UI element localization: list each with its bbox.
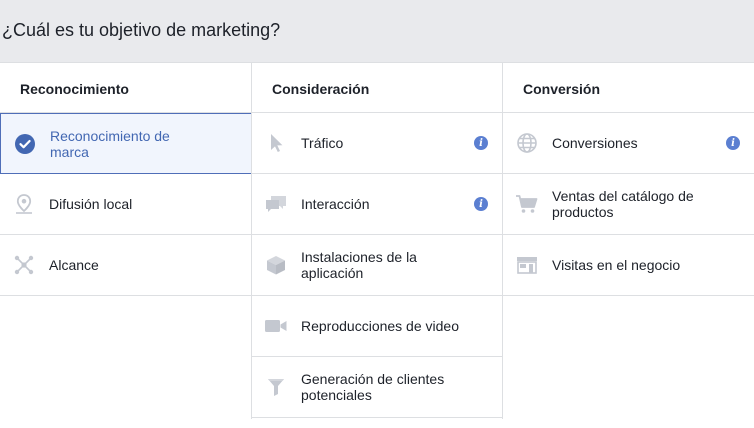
cursor-icon xyxy=(264,131,288,155)
map-pin-icon xyxy=(12,192,36,216)
objective-label: Ventas del catálogo de productos xyxy=(552,188,694,220)
shopping-cart-icon xyxy=(515,192,539,216)
objective-trafico[interactable]: Tráfico i xyxy=(252,113,502,174)
network-icon xyxy=(12,253,36,277)
column-heading: Conversión xyxy=(503,63,754,113)
objective-alcance[interactable]: Alcance xyxy=(0,235,252,296)
objective-label: Generación de clientes potenciales xyxy=(301,371,445,403)
objective-label: Conversiones xyxy=(552,135,638,151)
objective-visitas-en-el-negocio[interactable]: Visitas en el negocio xyxy=(503,235,754,296)
objective-label: Reproducciones de video xyxy=(301,318,459,334)
column-reconocimiento: Reconocimiento Reconocimiento de marca D… xyxy=(0,63,252,297)
column-consideracion: Consideración Tráfico i Interacción i In… xyxy=(251,63,503,419)
info-icon[interactable]: i xyxy=(474,197,488,211)
objective-label: Interacción xyxy=(301,196,370,212)
box-icon xyxy=(264,253,288,277)
column-heading: Consideración xyxy=(252,63,502,113)
objective-reconocimiento-de-marca[interactable]: Reconocimiento de marca xyxy=(0,113,252,174)
objective-label: Reconocimiento de marca xyxy=(50,127,170,160)
info-icon[interactable]: i xyxy=(726,136,740,150)
objective-label: Tráfico xyxy=(301,135,344,151)
globe-icon xyxy=(515,131,539,155)
check-circle-icon xyxy=(13,132,37,156)
objective-difusion-local[interactable]: Difusión local xyxy=(0,174,252,235)
info-icon[interactable]: i xyxy=(474,136,488,150)
page-title: ¿Cuál es tu objetivo de marketing? xyxy=(2,20,281,40)
objective-label: Alcance xyxy=(49,257,99,273)
objective-reproducciones-de-video[interactable]: Reproducciones de video xyxy=(252,296,502,357)
objective-conversiones[interactable]: Conversiones i xyxy=(503,113,754,174)
objective-label: Visitas en el negocio xyxy=(552,257,681,273)
funnel-icon xyxy=(264,375,288,399)
chat-bubbles-icon xyxy=(264,192,288,216)
objective-interaccion[interactable]: Interacción i xyxy=(252,174,502,235)
column-heading: Reconocimiento xyxy=(0,63,252,113)
video-camera-icon xyxy=(264,314,288,338)
objective-label: Difusión local xyxy=(49,196,133,212)
column-conversion: Conversión Conversiones i Ventas del cat… xyxy=(503,63,754,297)
objective-label: Instalaciones de la aplicación xyxy=(301,249,417,281)
store-icon xyxy=(515,253,539,277)
page-header: ¿Cuál es tu objetivo de marketing? xyxy=(0,0,754,63)
objective-instalaciones-de-la-aplicacion[interactable]: Instalaciones de la aplicación xyxy=(252,235,502,296)
objective-generacion-de-clientes-potenciales[interactable]: Generación de clientes potenciales xyxy=(252,357,502,418)
objective-ventas-del-catalogo-de-productos[interactable]: Ventas del catálogo de productos xyxy=(503,174,754,235)
